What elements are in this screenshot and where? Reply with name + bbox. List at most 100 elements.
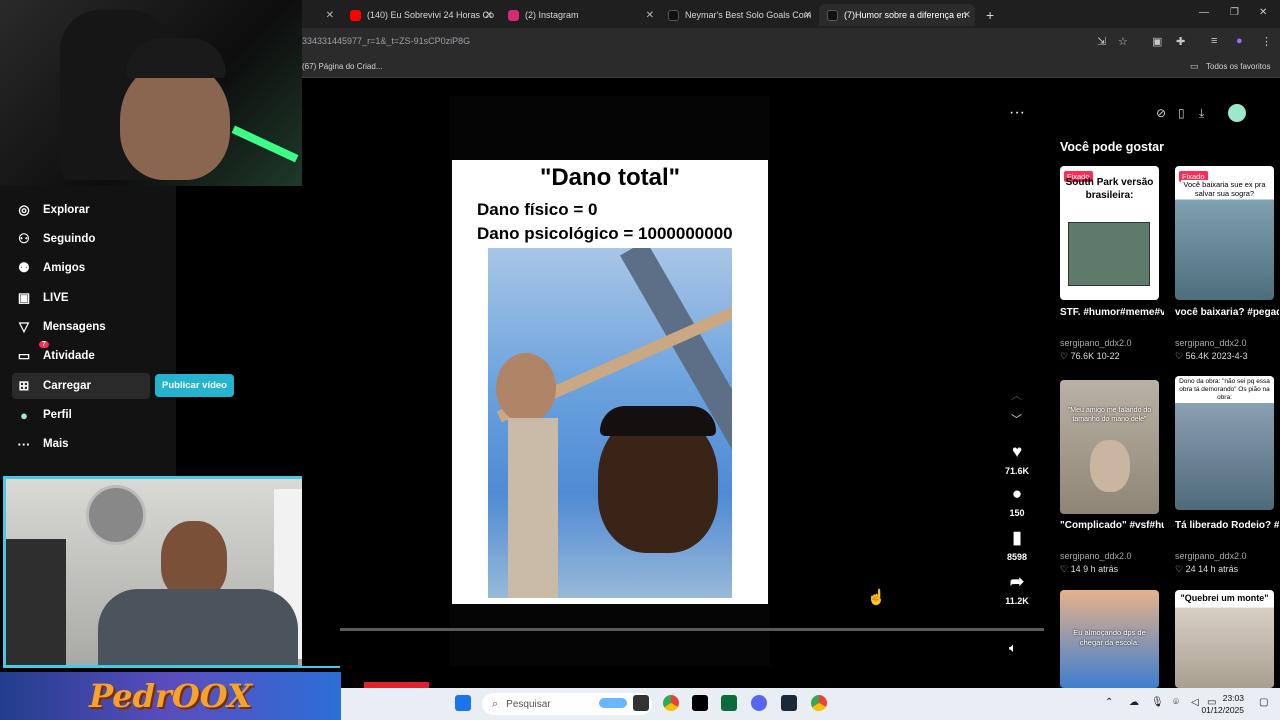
- tab-humor[interactable]: (7)Humor sobre a diferença en ✕: [819, 4, 975, 26]
- suggestion-thumb[interactable]: Fixado Você baixaria sue ex pra salvar s…: [1175, 166, 1274, 300]
- star-icon[interactable]: ☆: [1118, 35, 1128, 48]
- more-options-icon[interactable]: ···: [1009, 104, 1025, 122]
- thumb-caption: Dono da obra: "não sei pq essa obra tá d…: [1179, 378, 1270, 401]
- suggestion-thumb[interactable]: "Meu amigo me falando do tamanho do mano…: [1060, 380, 1159, 514]
- thumb-image: [1068, 222, 1150, 286]
- thumb-caption: Eu almoçando dps de chegar da escola:: [1073, 628, 1146, 647]
- stream-logo: PedrOOX: [0, 672, 341, 720]
- puzzle-icon[interactable]: ✚: [1176, 35, 1185, 48]
- share-button[interactable]: ➦ 11.2K: [997, 572, 1037, 606]
- sidebar-item-perfil[interactable]: ● Perfil: [12, 402, 150, 428]
- all-bookmarks[interactable]: Todos os favoritos: [1206, 62, 1270, 71]
- tiktok-app-icon[interactable]: [692, 695, 708, 711]
- suggestion-thumb[interactable]: Fixado South Park versão brasileira:: [1060, 166, 1159, 300]
- sidebar-item-live[interactable]: ▣ LIVE: [12, 285, 150, 311]
- suggestion-author[interactable]: sergipano_ddx2.0: [1060, 338, 1132, 348]
- sidebar-item-seguindo[interactable]: ⚇ Seguindo: [12, 226, 150, 252]
- clock[interactable]: 23:03 01/12/2025: [1201, 692, 1244, 716]
- chevron-down-icon[interactable]: ﹀: [1011, 411, 1022, 427]
- sidebar-item-amigos[interactable]: ⚉ Amigos: [12, 255, 150, 281]
- microphone-icon[interactable]: 🎙︎: [1151, 697, 1164, 708]
- video-content[interactable]: "Dano total" Dano físico = 0 Dano psicol…: [452, 160, 768, 604]
- suggestion-thumb[interactable]: Eu almoçando dps de chegar da escola:: [1060, 590, 1159, 688]
- phone-icon[interactable]: ▯: [1178, 106, 1185, 120]
- save-button[interactable]: ▮ 8598: [997, 528, 1037, 562]
- meme-title: "Dano total": [539, 164, 681, 191]
- chrome-icon[interactable]: [663, 695, 679, 711]
- windows-taskbar: ⌕ Pesquisar ⌃ ☁ 🎙︎ ⌾ ◁ ▭ 23:03 01/12/202…: [341, 688, 1280, 720]
- wifi-icon[interactable]: ⌾: [1173, 697, 1179, 708]
- heart-outline-icon: ♡: [1175, 351, 1186, 361]
- close-window-icon[interactable]: ✕: [1259, 7, 1267, 18]
- restore-icon[interactable]: ❐: [1230, 7, 1239, 18]
- like-button[interactable]: ♥ 71.6K: [997, 442, 1037, 476]
- heart-outline-icon: ♡: [1175, 564, 1186, 574]
- suggestions-heading: Você pode gostar: [1060, 140, 1164, 154]
- chrome-active-icon[interactable]: [811, 695, 827, 711]
- suggestion-thumb[interactable]: Dono da obra: "não sei pq essa obra tá d…: [1175, 376, 1274, 510]
- extension-icon[interactable]: ▣: [1152, 35, 1162, 48]
- send-icon: ▽: [19, 319, 29, 334]
- thumb-face: [1090, 440, 1130, 492]
- steam-icon[interactable]: [781, 695, 797, 711]
- close-icon[interactable]: ✕: [963, 10, 971, 21]
- minimize-icon[interactable]: —: [1199, 7, 1209, 18]
- profile-icon[interactable]: ●: [1236, 35, 1243, 47]
- chevron-up-icon[interactable]: ⌃: [1105, 697, 1113, 708]
- suggestion-thumb[interactable]: "Quebrei um monte": [1175, 590, 1274, 688]
- live-icon: ▣: [17, 290, 31, 305]
- close-icon[interactable]: ✕: [485, 10, 493, 21]
- network-icon[interactable]: ☁: [1129, 697, 1139, 708]
- sidebar-item-atividade[interactable]: ▭ 7 Atividade: [12, 341, 150, 369]
- suggestion-title[interactable]: Tá liberado Rodeio? #viral#meme#hum...: [1175, 518, 1279, 533]
- pin-icon[interactable]: ⊘: [1156, 106, 1166, 120]
- comment-icon: ●: [1011, 484, 1023, 503]
- user-avatar[interactable]: [1228, 104, 1246, 122]
- mouse-cursor: ☝: [867, 589, 886, 606]
- notification-icon[interactable]: ▢: [1259, 697, 1268, 708]
- new-tab-button[interactable]: +: [978, 4, 998, 26]
- suggestion-meta: ♡ 56.4K 2023-4-3: [1175, 351, 1248, 361]
- tab-youtube[interactable]: (140) Eu Sobrevivi 24 Horas Co ✕: [342, 4, 497, 26]
- person-shirt: [98, 589, 298, 665]
- url-text[interactable]: 334331445977_r=1&_t=ZS-91sCP0ziP8G: [302, 36, 470, 46]
- person-shoulder: [508, 418, 558, 598]
- sidebar-item-mensagens[interactable]: ▽ Mensagens: [12, 314, 150, 340]
- publish-video-tooltip[interactable]: Publicar vídeo: [155, 374, 234, 397]
- volume-icon[interactable]: 🔈︎: [1009, 640, 1017, 656]
- close-icon[interactable]: ✕: [804, 10, 812, 21]
- search-icon: ⌕: [492, 697, 499, 710]
- close-icon[interactable]: ✕: [646, 10, 654, 21]
- excel-icon[interactable]: [721, 695, 737, 711]
- suggestion-author[interactable]: sergipano_ddx2.0: [1175, 551, 1247, 561]
- suggestion-meta: ♡ 24 14 h atrás: [1175, 564, 1239, 574]
- suggestion-author[interactable]: sergipano_ddx2.0: [1060, 551, 1132, 561]
- suggestion-author[interactable]: sergipano_ddx2.0: [1175, 338, 1247, 348]
- sidebar-item-carregar[interactable]: ⊞ Carregar: [12, 373, 150, 399]
- menu-icon[interactable]: ⋮: [1261, 35, 1272, 48]
- sidebar-item-explorar[interactable]: ◎ Explorar: [12, 197, 150, 223]
- media-icon[interactable]: ≡: [1211, 35, 1217, 47]
- speaker-icon[interactable]: ◁: [1191, 697, 1199, 708]
- suggestion-title[interactable]: "Complicado" #vsf#humor#mem...: [1060, 518, 1164, 533]
- suggestion-title[interactable]: você baixaria? #pegadinha #foryo...: [1175, 305, 1279, 320]
- windows-start-icon[interactable]: [455, 695, 471, 711]
- tab-close-partial[interactable]: ✕: [318, 4, 340, 26]
- chevron-up-icon[interactable]: ︿: [1011, 387, 1022, 403]
- chair: [6, 539, 66, 665]
- sidebar-item-mais[interactable]: ··· Mais: [12, 431, 150, 457]
- more-icon: ···: [17, 436, 31, 452]
- install-app-icon[interactable]: ⇲: [1097, 35, 1106, 48]
- comment-button[interactable]: ● 150: [997, 484, 1037, 518]
- tab-instagram[interactable]: (2) Instagram ✕: [500, 4, 658, 26]
- download-icon[interactable]: ⤓: [1199, 106, 1204, 121]
- suggestion-title[interactable]: STF. #humor#meme#vir...: [1060, 305, 1164, 320]
- youtube-icon: [350, 9, 361, 21]
- video-progress-bar[interactable]: [340, 628, 1044, 631]
- widget-icon[interactable]: [599, 698, 627, 708]
- discord-icon[interactable]: [751, 695, 767, 711]
- folder-icon: ▭: [1190, 61, 1199, 71]
- file-explorer-icon[interactable]: [633, 695, 649, 711]
- bookmark-item[interactable]: (67) Página do Criad...: [302, 62, 383, 71]
- tab-neymar[interactable]: Neymar's Best Solo Goals Com ✕: [660, 4, 816, 26]
